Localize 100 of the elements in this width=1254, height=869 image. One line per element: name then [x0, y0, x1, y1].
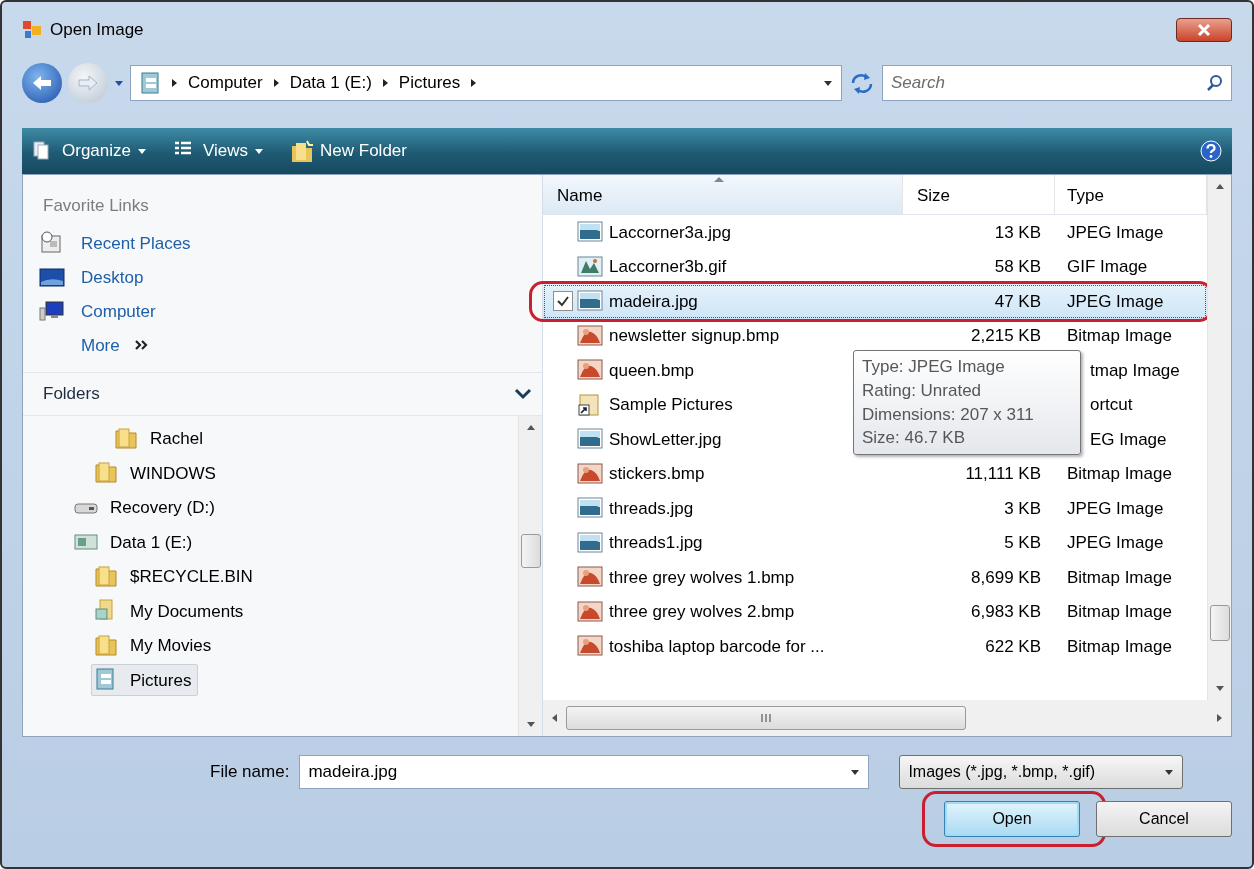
favorite-link[interactable]: Recent Places — [23, 226, 542, 261]
history-caret-icon[interactable] — [114, 78, 124, 88]
file-size: 58 KB — [994, 257, 1041, 276]
breadcrumb[interactable]: Computer — [188, 70, 263, 96]
file-row[interactable]: toshiba laptop barcode for ... 622 KB Bitmap Image — [543, 629, 1207, 664]
file-size: 47 KB — [994, 291, 1041, 311]
scrollbar-thumb[interactable] — [521, 533, 541, 568]
file-name[interactable]: ShowLetter.jpg — [609, 426, 722, 452]
section-heading: Folders — [43, 383, 100, 405]
file-row[interactable]: Laccorner3a.jpg 13 KB JPEG Image — [543, 215, 1207, 250]
file-type-dropdown[interactable]: Images (*.jpg, *.bmp, *.gif) — [899, 755, 1184, 789]
breadcrumb[interactable]: Pictures — [398, 70, 461, 96]
more-link[interactable]: More — [23, 328, 542, 362]
file-row[interactable]: madeira.jpg 47 KB JPEG Image — [543, 284, 1207, 319]
breadcrumb[interactable]: Data 1 (E:) — [289, 70, 372, 96]
dialog-button[interactable]: Cancel — [1096, 801, 1232, 837]
toolbar-button[interactable]: New Folder — [290, 138, 407, 164]
help-icon[interactable] — [1200, 140, 1222, 162]
file-row[interactable]: threads1.jpg 5 KB JPEG Image — [543, 525, 1207, 560]
favorite-link[interactable]: Computer — [23, 294, 542, 329]
file-type: GIF Image — [1067, 257, 1148, 276]
checkbox[interactable] — [553, 291, 573, 312]
dropdown-caret-icon — [254, 146, 265, 156]
file-name[interactable]: queen.bmp — [609, 357, 695, 383]
column-header[interactable]: Name — [543, 175, 903, 214]
file-size: 11,111 KB — [965, 464, 1041, 483]
toolbar-button[interactable]: Views — [173, 138, 265, 164]
toolbar-button[interactable]: Organize — [32, 138, 147, 164]
dropdown-caret-icon[interactable] — [823, 78, 833, 88]
file-size: 622 KB — [985, 636, 1041, 656]
search-icon — [1206, 74, 1224, 92]
pictures-folder-icon — [139, 71, 161, 95]
folder-tree-item[interactable]: Rachel — [111, 422, 210, 455]
back-button[interactable] — [22, 63, 62, 103]
dropdown-caret-icon — [1164, 767, 1175, 777]
file-type: JPEG Image — [1067, 222, 1164, 242]
file-size: 8,699 KB — [971, 567, 1041, 587]
scrollbar[interactable] — [543, 700, 1231, 736]
file-name: three grey wolves 2.bmp — [609, 601, 795, 623]
file-size: 5 KB — [1004, 533, 1041, 552]
new-folder-icon — [290, 140, 315, 162]
folder-tree-item[interactable]: $RECYCLE.BIN — [91, 560, 260, 593]
scrollbar-thumb[interactable] — [566, 706, 966, 730]
folder-tree-item[interactable]: WINDOWS — [91, 457, 223, 490]
forward-arrow-icon — [77, 74, 99, 92]
scroll-right-icon — [1216, 713, 1223, 723]
file-name: madeira.jpg — [609, 290, 698, 313]
scroll-left-icon — [551, 713, 558, 723]
image-file-icon — [577, 599, 605, 624]
folder-tree-item[interactable]: My Documents — [91, 595, 251, 628]
favorite-link[interactable]: Desktop — [23, 260, 542, 295]
file-type: JPEG Image — [1067, 291, 1164, 311]
file-name: three grey wolves 1.bmp — [609, 566, 795, 589]
file-row[interactable]: newsletter signup.bmp 2,215 KB Bitmap Image — [543, 318, 1207, 353]
file-name[interactable]: Sample Pictures — [609, 392, 733, 418]
file-name: newsletter signup.bmp — [609, 325, 780, 347]
file-name: toshiba laptop barcode for ... — [609, 635, 825, 658]
chevron-right-icon — [381, 78, 389, 88]
close-button[interactable] — [1176, 18, 1232, 42]
scrollbar[interactable] — [518, 415, 542, 736]
image-file-icon — [577, 565, 605, 590]
file-row[interactable]: stickers.bmp 11,111 KB Bitmap Image — [543, 456, 1207, 491]
file-name: Laccorner3b.gif — [609, 256, 727, 278]
scrollbar[interactable] — [1207, 175, 1231, 700]
back-arrow-icon — [31, 74, 53, 92]
image-file-icon — [577, 358, 605, 383]
file-row[interactable]: three grey wolves 2.bmp 6,983 KB Bitmap Image — [543, 594, 1207, 629]
file-name: threads.jpg — [609, 497, 694, 520]
scroll-up-icon — [1214, 183, 1225, 190]
sort-up-icon — [713, 176, 725, 183]
file-row[interactable]: three grey wolves 1.bmp 8,699 KB Bitmap Image — [543, 560, 1207, 595]
scrollbar-thumb[interactable] — [1210, 605, 1230, 641]
column-header[interactable]: Size — [903, 175, 1055, 214]
image-file-icon — [577, 323, 605, 348]
folder-tree-item[interactable]: Recovery (D:) — [71, 491, 222, 524]
dialog-button[interactable]: Open — [944, 801, 1080, 837]
file-row[interactable]: threads.jpg 3 KB JPEG Image — [543, 491, 1207, 526]
image-file-icon — [577, 254, 605, 279]
scroll-down-icon — [525, 721, 536, 728]
chevron-down-icon[interactable] — [514, 387, 532, 400]
search-field[interactable]: Search — [882, 65, 1232, 101]
folder-tree-item[interactable]: Pictures — [91, 664, 199, 697]
image-file-icon — [577, 220, 605, 245]
file-name-field[interactable]: madeira.jpg — [299, 755, 870, 789]
file-size: 2,215 KB — [971, 326, 1041, 345]
address-bar[interactable]: Computer Data 1 (E:) Pictures — [130, 65, 842, 101]
dropdown-caret-icon — [850, 767, 861, 777]
file-type: ortcut — [1090, 395, 1133, 414]
image-file-icon — [577, 530, 605, 555]
folder-tree-item[interactable]: My Movies — [91, 629, 219, 662]
chevron-right-icon — [272, 78, 280, 88]
window-title: Open Image — [50, 19, 144, 42]
file-name: Laccorner3a.jpg — [609, 221, 731, 244]
file-type: JPEG Image — [1067, 498, 1164, 518]
file-type: Bitmap Image — [1067, 567, 1172, 587]
file-type: Bitmap Image — [1067, 464, 1172, 483]
file-row[interactable]: Laccorner3b.gif 58 KB GIF Image — [543, 249, 1207, 284]
dropdown-caret-icon — [137, 146, 147, 156]
app-icon — [22, 20, 42, 40]
folder-tree-item[interactable]: Data 1 (E:) — [71, 526, 200, 559]
